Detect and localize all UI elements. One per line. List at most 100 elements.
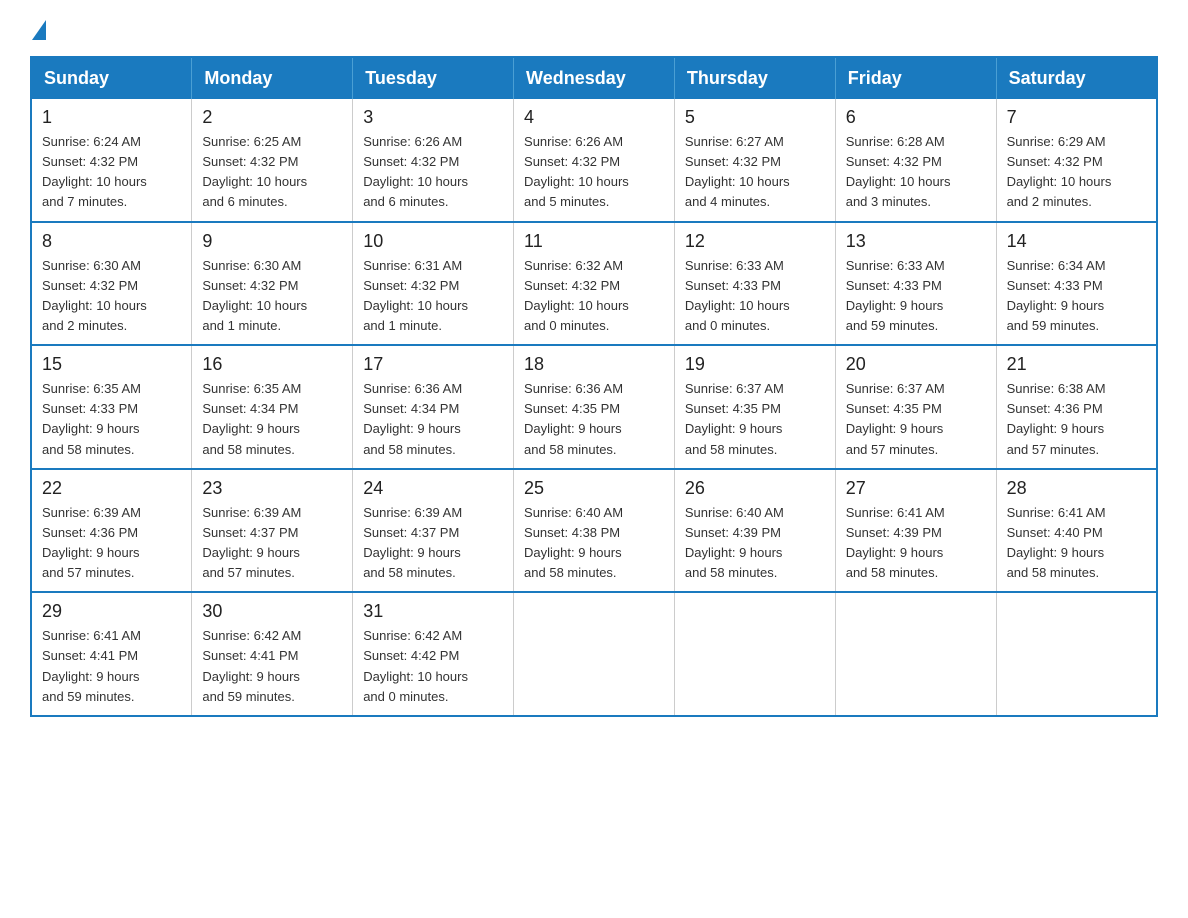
calendar-cell: 29 Sunrise: 6:41 AMSunset: 4:41 PMDayligh… xyxy=(31,592,192,716)
day-number: 25 xyxy=(524,478,664,499)
weekday-header-tuesday: Tuesday xyxy=(353,57,514,99)
day-number: 22 xyxy=(42,478,181,499)
day-number: 23 xyxy=(202,478,342,499)
day-info: Sunrise: 6:24 AMSunset: 4:32 PMDaylight:… xyxy=(42,132,181,213)
calendar-cell: 25 Sunrise: 6:40 AMSunset: 4:38 PMDayligh… xyxy=(514,469,675,593)
calendar-cell: 4 Sunrise: 6:26 AMSunset: 4:32 PMDaylight… xyxy=(514,99,675,222)
day-info: Sunrise: 6:39 AMSunset: 4:36 PMDaylight:… xyxy=(42,503,181,584)
day-number: 20 xyxy=(846,354,986,375)
day-info: Sunrise: 6:28 AMSunset: 4:32 PMDaylight:… xyxy=(846,132,986,213)
day-info: Sunrise: 6:39 AMSunset: 4:37 PMDaylight:… xyxy=(202,503,342,584)
calendar-cell: 26Sunrise: 6:40 AMSunset: 4:39 PMDayligh… xyxy=(674,469,835,593)
day-info: Sunrise: 6:31 AMSunset: 4:32 PMDaylight:… xyxy=(363,256,503,337)
day-info: Sunrise: 6:42 AMSunset: 4:42 PMDaylight:… xyxy=(363,626,503,707)
day-info: Sunrise: 6:36 AMSunset: 4:35 PMDaylight:… xyxy=(524,379,664,460)
day-number: 17 xyxy=(363,354,503,375)
day-info: Sunrise: 6:40 AMSunset: 4:38 PMDaylight:… xyxy=(524,503,664,584)
day-number: 15 xyxy=(42,354,181,375)
day-info: Sunrise: 6:41 AMSunset: 4:40 PMDaylight:… xyxy=(1007,503,1146,584)
day-info: Sunrise: 6:29 AMSunset: 4:32 PMDaylight:… xyxy=(1007,132,1146,213)
calendar-cell: 17 Sunrise: 6:36 AMSunset: 4:34 PMDayligh… xyxy=(353,345,514,469)
calendar-cell: 12 Sunrise: 6:33 AMSunset: 4:33 PMDayligh… xyxy=(674,222,835,346)
calendar-cell xyxy=(835,592,996,716)
calendar-week-row: 29 Sunrise: 6:41 AMSunset: 4:41 PMDayligh… xyxy=(31,592,1157,716)
calendar-body: 1 Sunrise: 6:24 AMSunset: 4:32 PMDaylight… xyxy=(31,99,1157,716)
calendar-cell: 20 Sunrise: 6:37 AMSunset: 4:35 PMDayligh… xyxy=(835,345,996,469)
day-number: 2 xyxy=(202,107,342,128)
calendar-cell: 8 Sunrise: 6:30 AMSunset: 4:32 PMDaylight… xyxy=(31,222,192,346)
day-info: Sunrise: 6:42 AMSunset: 4:41 PMDaylight:… xyxy=(202,626,342,707)
day-number: 13 xyxy=(846,231,986,252)
calendar-cell xyxy=(674,592,835,716)
day-number: 4 xyxy=(524,107,664,128)
calendar-cell: 3Sunrise: 6:26 AMSunset: 4:32 PMDaylight… xyxy=(353,99,514,222)
day-number: 3 xyxy=(363,107,503,128)
day-info: Sunrise: 6:26 AMSunset: 4:32 PMDaylight:… xyxy=(524,132,664,213)
weekday-header-monday: Monday xyxy=(192,57,353,99)
calendar-cell: 13 Sunrise: 6:33 AMSunset: 4:33 PMDayligh… xyxy=(835,222,996,346)
day-info: Sunrise: 6:30 AMSunset: 4:32 PMDaylight:… xyxy=(202,256,342,337)
calendar-cell: 6 Sunrise: 6:28 AMSunset: 4:32 PMDaylight… xyxy=(835,99,996,222)
day-number: 1 xyxy=(42,107,181,128)
day-number: 26 xyxy=(685,478,825,499)
day-info: Sunrise: 6:36 AMSunset: 4:34 PMDaylight:… xyxy=(363,379,503,460)
day-info: Sunrise: 6:34 AMSunset: 4:33 PMDaylight:… xyxy=(1007,256,1146,337)
day-info: Sunrise: 6:33 AMSunset: 4:33 PMDaylight:… xyxy=(685,256,825,337)
day-number: 29 xyxy=(42,601,181,622)
calendar-cell: 18 Sunrise: 6:36 AMSunset: 4:35 PMDayligh… xyxy=(514,345,675,469)
calendar-cell: 1 Sunrise: 6:24 AMSunset: 4:32 PMDaylight… xyxy=(31,99,192,222)
day-info: Sunrise: 6:27 AMSunset: 4:32 PMDaylight:… xyxy=(685,132,825,213)
day-info: Sunrise: 6:32 AMSunset: 4:32 PMDaylight:… xyxy=(524,256,664,337)
day-info: Sunrise: 6:37 AMSunset: 4:35 PMDaylight:… xyxy=(685,379,825,460)
day-number: 18 xyxy=(524,354,664,375)
day-number: 28 xyxy=(1007,478,1146,499)
calendar-header: SundayMondayTuesdayWednesdayThursdayFrid… xyxy=(31,57,1157,99)
day-info: Sunrise: 6:30 AMSunset: 4:32 PMDaylight:… xyxy=(42,256,181,337)
day-number: 5 xyxy=(685,107,825,128)
calendar-cell: 5 Sunrise: 6:27 AMSunset: 4:32 PMDaylight… xyxy=(674,99,835,222)
day-info: Sunrise: 6:41 AMSunset: 4:39 PMDaylight:… xyxy=(846,503,986,584)
day-number: 21 xyxy=(1007,354,1146,375)
calendar-cell: 21Sunrise: 6:38 AMSunset: 4:36 PMDayligh… xyxy=(996,345,1157,469)
calendar-cell xyxy=(996,592,1157,716)
day-number: 8 xyxy=(42,231,181,252)
day-number: 16 xyxy=(202,354,342,375)
calendar-cell: 7 Sunrise: 6:29 AMSunset: 4:32 PMDaylight… xyxy=(996,99,1157,222)
calendar-cell: 11 Sunrise: 6:32 AMSunset: 4:32 PMDayligh… xyxy=(514,222,675,346)
day-number: 7 xyxy=(1007,107,1146,128)
weekday-header-saturday: Saturday xyxy=(996,57,1157,99)
weekday-header-friday: Friday xyxy=(835,57,996,99)
calendar-cell: 15 Sunrise: 6:35 AMSunset: 4:33 PMDayligh… xyxy=(31,345,192,469)
calendar-cell xyxy=(514,592,675,716)
day-number: 30 xyxy=(202,601,342,622)
calendar-week-row: 8 Sunrise: 6:30 AMSunset: 4:32 PMDaylight… xyxy=(31,222,1157,346)
day-info: Sunrise: 6:39 AMSunset: 4:37 PMDaylight:… xyxy=(363,503,503,584)
day-number: 6 xyxy=(846,107,986,128)
day-info: Sunrise: 6:35 AMSunset: 4:34 PMDaylight:… xyxy=(202,379,342,460)
calendar-table: SundayMondayTuesdayWednesdayThursdayFrid… xyxy=(30,56,1158,717)
logo-triangle-icon xyxy=(32,20,46,40)
day-info: Sunrise: 6:33 AMSunset: 4:33 PMDaylight:… xyxy=(846,256,986,337)
calendar-cell: 22 Sunrise: 6:39 AMSunset: 4:36 PMDayligh… xyxy=(31,469,192,593)
day-info: Sunrise: 6:35 AMSunset: 4:33 PMDaylight:… xyxy=(42,379,181,460)
calendar-cell: 14Sunrise: 6:34 AMSunset: 4:33 PMDayligh… xyxy=(996,222,1157,346)
calendar-cell: 28 Sunrise: 6:41 AMSunset: 4:40 PMDayligh… xyxy=(996,469,1157,593)
day-number: 31 xyxy=(363,601,503,622)
page-header xyxy=(30,20,1158,36)
day-number: 24 xyxy=(363,478,503,499)
calendar-week-row: 22 Sunrise: 6:39 AMSunset: 4:36 PMDayligh… xyxy=(31,469,1157,593)
weekday-header-sunday: Sunday xyxy=(31,57,192,99)
weekday-header-thursday: Thursday xyxy=(674,57,835,99)
day-number: 12 xyxy=(685,231,825,252)
day-number: 11 xyxy=(524,231,664,252)
calendar-cell: 23 Sunrise: 6:39 AMSunset: 4:37 PMDayligh… xyxy=(192,469,353,593)
calendar-cell: 30 Sunrise: 6:42 AMSunset: 4:41 PMDayligh… xyxy=(192,592,353,716)
calendar-cell: 24 Sunrise: 6:39 AMSunset: 4:37 PMDayligh… xyxy=(353,469,514,593)
day-info: Sunrise: 6:37 AMSunset: 4:35 PMDaylight:… xyxy=(846,379,986,460)
calendar-week-row: 1 Sunrise: 6:24 AMSunset: 4:32 PMDaylight… xyxy=(31,99,1157,222)
day-number: 9 xyxy=(202,231,342,252)
day-info: Sunrise: 6:41 AMSunset: 4:41 PMDaylight:… xyxy=(42,626,181,707)
day-number: 10 xyxy=(363,231,503,252)
calendar-cell: 16 Sunrise: 6:35 AMSunset: 4:34 PMDayligh… xyxy=(192,345,353,469)
calendar-cell: 10 Sunrise: 6:31 AMSunset: 4:32 PMDayligh… xyxy=(353,222,514,346)
